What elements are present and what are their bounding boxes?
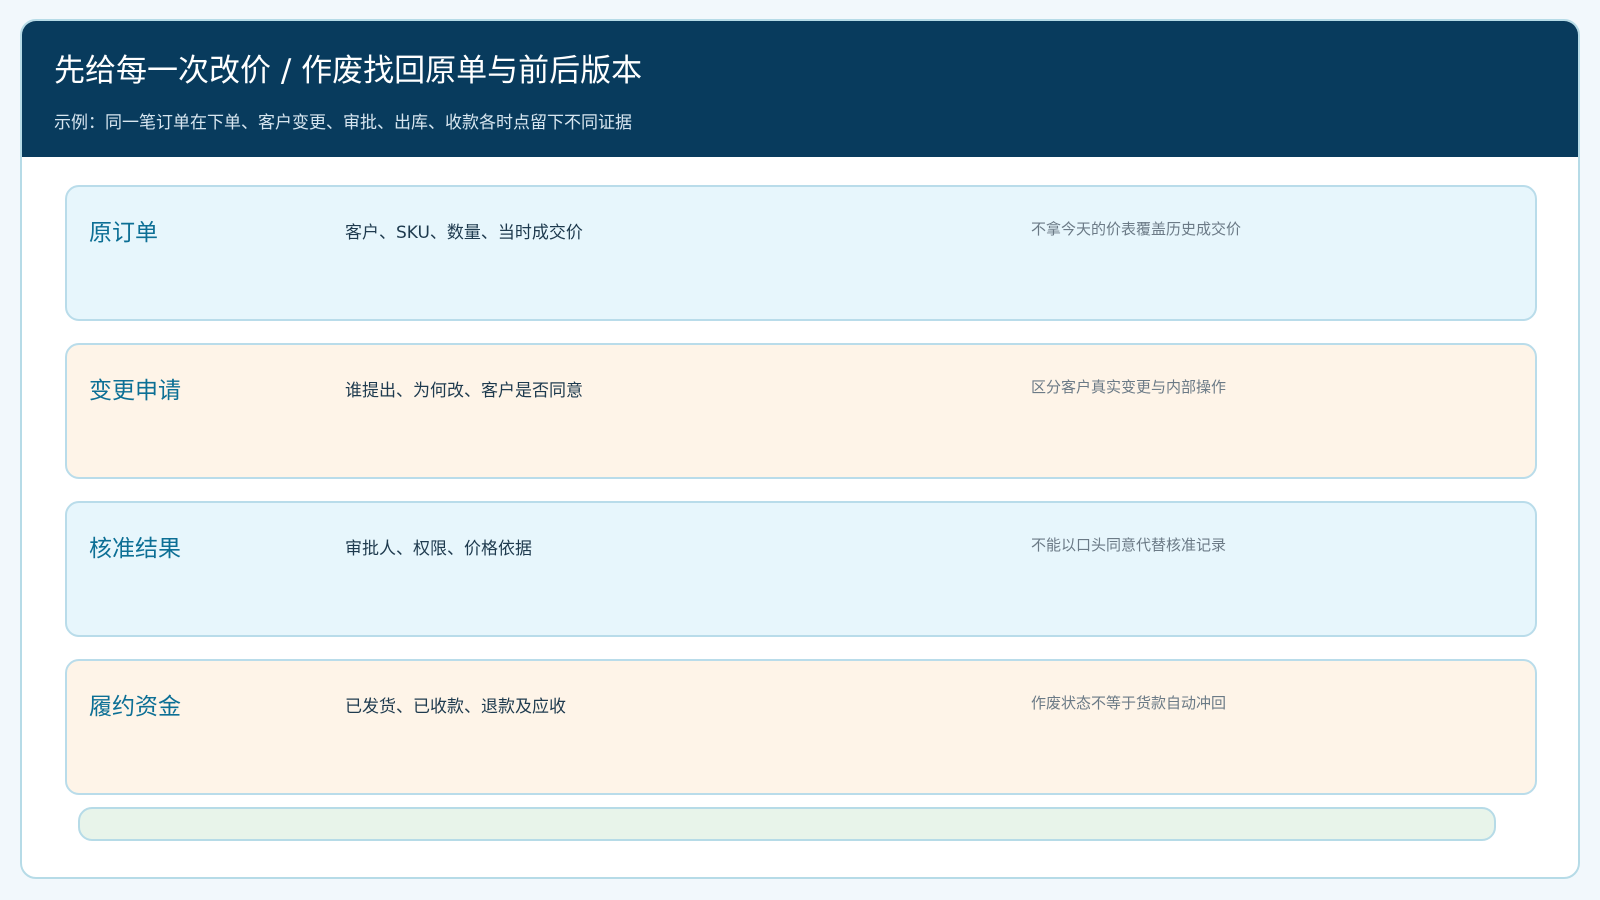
page-subtitle: 示例：同一笔订单在下单、客户变更、审批、出库、收款各时点留下不同证据 [54, 113, 632, 133]
row-title: 履约资金 [89, 694, 181, 720]
footer-bar [78, 807, 1496, 841]
row-detail: 客户、SKU、数量、当时成交价 [345, 223, 583, 243]
row-note: 作废状态不等于货款自动冲回 [1031, 694, 1227, 712]
row-detail: 谁提出、为何改、客户是否同意 [345, 381, 583, 401]
header-banner: 先给每一次改价 / 作废找回原单与前后版本 示例：同一笔订单在下单、客户变更、审… [22, 21, 1578, 157]
row-detail: 已发货、已收款、退款及应收 [345, 697, 566, 717]
main-card: 先给每一次改价 / 作废找回原单与前后版本 示例：同一笔订单在下单、客户变更、审… [20, 19, 1580, 879]
row-title: 核准结果 [89, 536, 181, 562]
row-note: 不能以口头同意代替核准记录 [1031, 536, 1227, 554]
page-title: 先给每一次改价 / 作废找回原单与前后版本 [54, 53, 643, 89]
row-note: 区分客户真实变更与内部操作 [1031, 378, 1227, 396]
row-fulfillment-funds: 履约资金 已发货、已收款、退款及应收 作废状态不等于货款自动冲回 [65, 659, 1537, 795]
row-change-request: 变更申请 谁提出、为何改、客户是否同意 区分客户真实变更与内部操作 [65, 343, 1537, 479]
row-title: 变更申请 [89, 378, 181, 404]
row-title: 原订单 [89, 220, 158, 246]
row-approval-result: 核准结果 审批人、权限、价格依据 不能以口头同意代替核准记录 [65, 501, 1537, 637]
row-original-order: 原订单 客户、SKU、数量、当时成交价 不拿今天的价表覆盖历史成交价 [65, 185, 1537, 321]
evidence-rows: 原订单 客户、SKU、数量、当时成交价 不拿今天的价表覆盖历史成交价 变更申请 … [65, 185, 1537, 817]
row-detail: 审批人、权限、价格依据 [345, 539, 532, 559]
row-note: 不拿今天的价表覆盖历史成交价 [1031, 220, 1242, 238]
